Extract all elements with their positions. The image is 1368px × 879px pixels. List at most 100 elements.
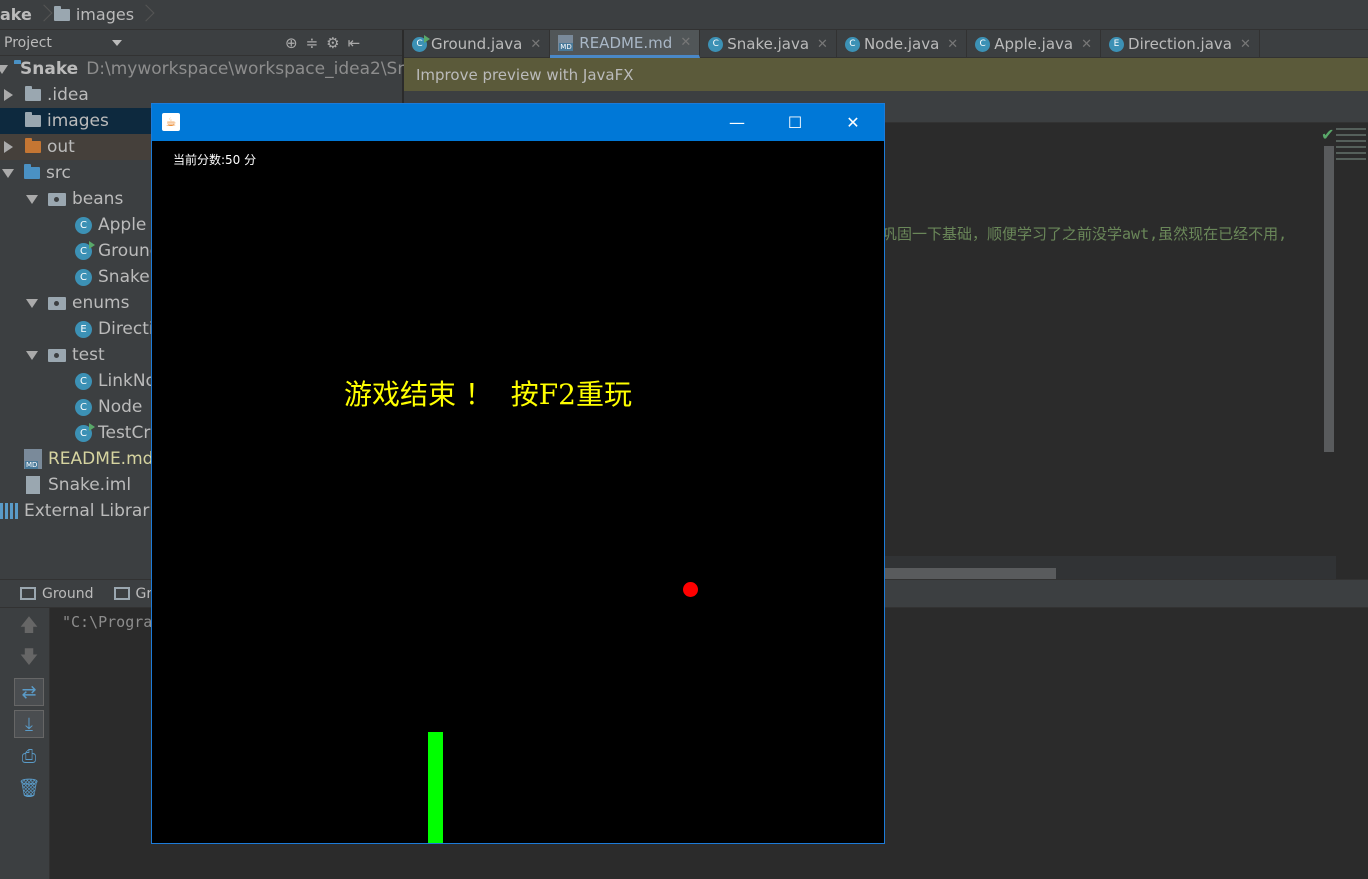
arrow-down-icon[interactable]: 🡇 xyxy=(14,646,44,674)
tree-item-label: beans xyxy=(72,189,124,209)
run-config-icon xyxy=(20,587,36,600)
collapsed-icon[interactable] xyxy=(4,141,13,153)
minimize-button[interactable]: — xyxy=(708,104,766,141)
scroll-to-end-icon[interactable]: ⤓ xyxy=(14,710,44,738)
tab-label: Ground.java xyxy=(431,35,523,53)
hide-icon[interactable]: ⇤ xyxy=(348,34,361,52)
project-view-selector[interactable]: Project xyxy=(0,35,52,51)
tree-item-label: src xyxy=(46,163,71,183)
tree-root-snake[interactable]: Snake D:\myworkspace\workspace_idea2\Sna… xyxy=(0,56,438,82)
close-icon[interactable]: ✕ xyxy=(947,37,958,52)
expand-icon[interactable] xyxy=(26,194,38,204)
tree-item-label: Snake xyxy=(98,267,150,287)
locate-icon[interactable]: ⊕ xyxy=(285,34,298,52)
tree-item-label: .idea xyxy=(47,85,89,105)
breadcrumb-separator xyxy=(138,0,152,30)
run-tab-ground[interactable]: Ground xyxy=(0,586,102,602)
tab-label: README.md xyxy=(579,33,673,52)
run-tab-label: Gr xyxy=(135,585,153,602)
score-label: 当前分数:50 分 xyxy=(173,153,257,167)
print-icon[interactable]: ⎙ xyxy=(14,742,44,770)
close-icon[interactable]: ✕ xyxy=(1240,37,1251,52)
navigation-breadcrumb: ake images xyxy=(0,0,1368,30)
breadcrumb-project[interactable]: ake xyxy=(0,5,32,24)
close-icon[interactable]: ✕ xyxy=(1081,37,1092,52)
tab-label: Direction.java xyxy=(1128,35,1232,53)
source-folder-icon xyxy=(24,164,40,179)
tree-root-label: Snake xyxy=(20,59,79,79)
editor-code-line: 巩固一下基础，顺便学习了之前没学awt,虽然现在已经不用, xyxy=(882,225,1288,243)
javafx-notification-banner: Improve preview with JavaFX xyxy=(404,58,1368,91)
class-icon: C xyxy=(75,398,92,416)
folder-icon xyxy=(25,112,41,127)
tree-item-label: README.md xyxy=(48,449,154,469)
class-icon: C xyxy=(75,372,92,390)
markdown-file-icon xyxy=(558,34,574,51)
java-app-icon: ☕ xyxy=(162,113,180,131)
chevron-down-icon[interactable] xyxy=(111,39,122,46)
collapse-all-icon[interactable]: ≑ xyxy=(306,34,319,52)
markdown-file-icon xyxy=(24,449,42,469)
close-icon[interactable]: ✕ xyxy=(817,37,828,52)
close-icon: ✕ xyxy=(846,113,860,132)
gear-icon[interactable]: ⚙ xyxy=(326,34,339,52)
maximize-button[interactable]: ☐ xyxy=(766,104,824,141)
tree-item-label: test xyxy=(72,345,105,365)
class-icon: C xyxy=(75,216,92,234)
package-icon xyxy=(48,348,66,362)
close-icon[interactable]: ✕ xyxy=(680,35,691,50)
package-icon xyxy=(48,192,66,206)
window-titlebar[interactable]: ☕ — ☐ ✕ xyxy=(152,104,884,141)
tree-item-label: out xyxy=(47,137,75,157)
project-pane-header: Project ⊕ ≑ ⚙ ⇤ xyxy=(0,30,402,56)
soft-wrap-icon[interactable]: ⇄ xyxy=(14,678,44,706)
horizontal-scrollbar[interactable] xyxy=(884,568,1056,579)
runnable-class-icon: C xyxy=(75,422,95,442)
notification-text: Improve preview with JavaFX xyxy=(416,65,634,84)
package-icon xyxy=(48,296,66,310)
breadcrumb-project-label: ake xyxy=(0,5,32,24)
class-icon: C xyxy=(75,268,92,286)
expand-icon[interactable] xyxy=(26,350,38,360)
expand-icon[interactable] xyxy=(2,168,14,178)
tab-apple-java[interactable]: C Apple.java ✕ xyxy=(967,30,1102,58)
run-config-icon xyxy=(113,587,130,600)
tab-readme-md[interactable]: README.md ✕ xyxy=(550,30,701,58)
tree-item-label: enums xyxy=(72,293,130,313)
vertical-scrollbar[interactable] xyxy=(1324,146,1334,452)
enum-icon: E xyxy=(75,320,92,338)
breadcrumb-folder[interactable]: images xyxy=(53,5,135,24)
folder-icon xyxy=(25,138,41,153)
expand-icon[interactable] xyxy=(0,64,8,74)
tab-snake-java[interactable]: C Snake.java ✕ xyxy=(700,30,837,58)
arrow-up-icon[interactable]: 🡅 xyxy=(14,614,44,642)
snake-body xyxy=(428,732,443,843)
folder-icon xyxy=(53,5,70,21)
apple xyxy=(683,582,698,597)
runnable-class-icon: C xyxy=(412,34,430,52)
game-canvas[interactable]: 当前分数:50 分 游戏结束 ！ 按F2重玩 xyxy=(152,141,884,843)
breadcrumb-folder-label: images xyxy=(75,5,135,24)
library-icon xyxy=(0,503,20,519)
folder-icon xyxy=(25,86,41,101)
snake-game-window[interactable]: ☕ — ☐ ✕ 当前分数:50 分 游戏结束 ！ 按F2重玩 xyxy=(151,103,885,844)
collapsed-icon[interactable] xyxy=(4,89,13,101)
tab-node-java[interactable]: C Node.java ✕ xyxy=(837,30,968,58)
class-icon: C xyxy=(844,36,860,52)
tab-label: Apple.java xyxy=(994,35,1074,53)
module-file-icon xyxy=(26,476,40,494)
runnable-class-icon: C xyxy=(75,240,95,260)
tab-direction-java[interactable]: E Direction.java ✕ xyxy=(1101,30,1260,58)
game-over-message: 游戏结束 ！ 按F2重玩 xyxy=(344,378,632,411)
class-icon: C xyxy=(975,36,991,52)
close-button[interactable]: ✕ xyxy=(824,104,882,141)
tab-label: Snake.java xyxy=(727,35,810,53)
enum-icon: E xyxy=(1109,36,1125,52)
trash-icon[interactable]: 🗑 xyxy=(14,774,44,802)
tab-ground-java[interactable]: C Ground.java ✕ xyxy=(404,30,551,58)
expand-icon[interactable] xyxy=(26,298,38,308)
minimize-icon: — xyxy=(729,113,745,132)
breadcrumb-separator xyxy=(36,0,50,30)
preview-minimap xyxy=(1334,124,1368,186)
close-icon[interactable]: ✕ xyxy=(530,37,541,52)
